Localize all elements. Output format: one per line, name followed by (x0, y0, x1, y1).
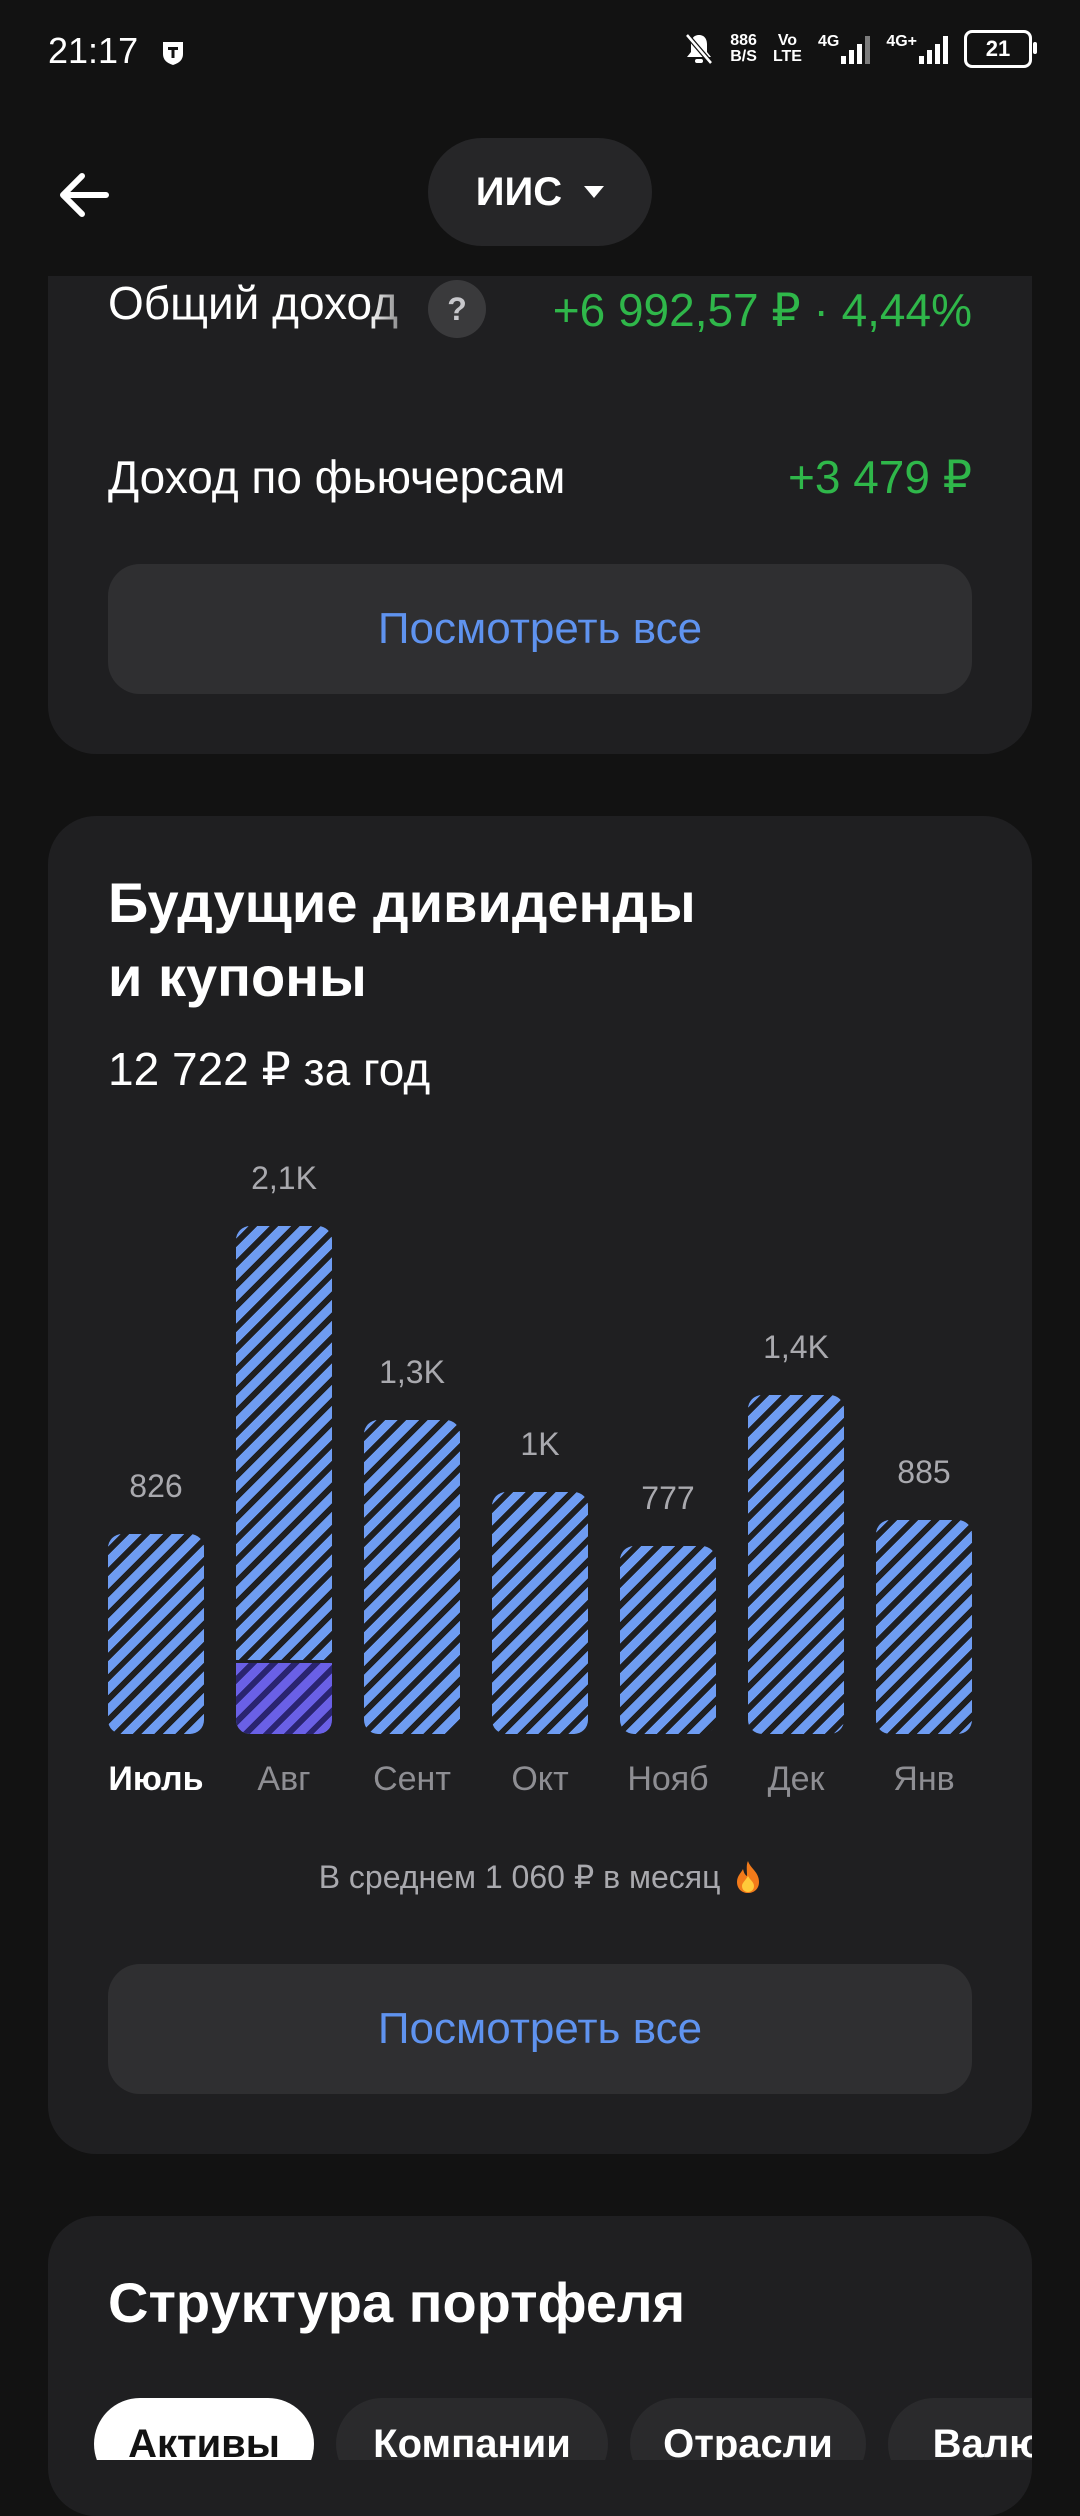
volte-indicator: Vo LTE (772, 32, 802, 65)
average-per-month: В среднем 1 060 ₽ в месяц (48, 1858, 1032, 1896)
dividends-title-line1: Будущие дивиденды (108, 871, 696, 934)
tab-1[interactable]: Компании (336, 2398, 608, 2460)
dividends-title-line2: и купоны (108, 945, 367, 1008)
signal-2: 4G+ (886, 34, 948, 64)
help-icon[interactable]: ? (428, 280, 486, 338)
status-icons: 886 B/S Vo LTE 4G 4G+ 21 (684, 30, 1037, 68)
fire-icon (737, 1861, 760, 1893)
status-bar: 21:17 886 B/S Vo LTE 4G 4G+ 21 (0, 0, 1080, 110)
structure-tabs: Активы Компании Отрасли Валю (94, 2398, 1032, 2460)
total-income-value: +6 992,57 ₽ · 4,44% (552, 284, 972, 336)
dividends-yearly-total: 12 722 ₽ за год (108, 1043, 431, 1095)
futures-income-value: +3 479 ₽ (787, 451, 972, 503)
tab-3[interactable]: Валю (888, 2398, 1032, 2460)
account-selector[interactable]: ИИС (428, 138, 652, 246)
caret-down-icon (584, 186, 605, 198)
tab-0[interactable]: Активы (94, 2398, 314, 2460)
signal-bars-icon (841, 34, 871, 64)
total-income-label: Общий доход (108, 277, 398, 329)
bell-muted-icon (685, 33, 714, 65)
shield-icon (163, 42, 183, 65)
label-fade (368, 276, 428, 346)
signal-1: 4G (818, 34, 871, 64)
tab-2[interactable]: Отрасли (630, 2398, 866, 2460)
average-text: В среднем 1 060 ₽ в месяц (318, 1859, 721, 1895)
portfolio-structure-card (48, 2216, 1032, 2516)
view-all-dividends-button[interactable]: Посмотреть все (108, 1964, 972, 2094)
view-all-income-button[interactable]: Посмотреть все (108, 564, 972, 694)
arrow-left-icon[interactable] (54, 165, 114, 225)
status-time: 21:17 (48, 30, 139, 71)
portfolio-structure-title: Структура портфеля (108, 2271, 686, 2334)
futures-income-label: Доход по фьючерсам (108, 451, 566, 503)
account-selector-label: ИИС (475, 169, 563, 214)
battery-icon: 21 (964, 30, 1037, 68)
dividends-card (48, 816, 1032, 2154)
dividends-title: Будущие дивиденды и купоны (108, 866, 696, 1014)
net-speed: 886 B/S (730, 32, 757, 65)
signal-bars-icon (919, 34, 948, 64)
